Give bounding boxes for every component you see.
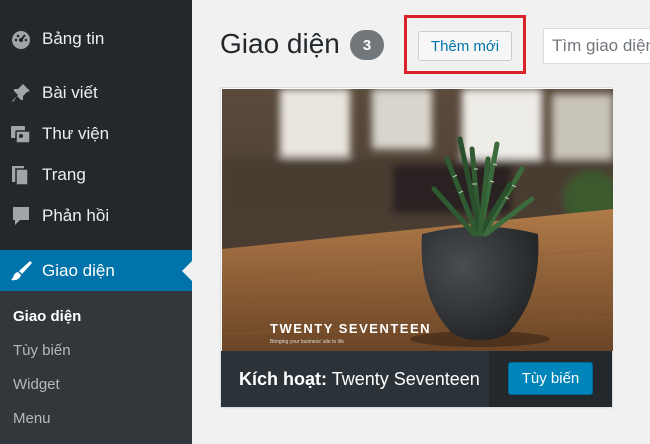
- page-icon: [12, 166, 29, 186]
- sidebar-item-dashboard[interactable]: Bảng tin: [0, 19, 192, 59]
- dashboard-icon: [12, 31, 30, 49]
- theme-screenshot-image: TWENTY SEVENTEEN Bringing your business'…: [222, 89, 613, 351]
- active-prefix: Kích hoạt:: [239, 369, 327, 389]
- theme-card[interactable]: TWENTY SEVENTEEN Bringing your business'…: [220, 87, 613, 408]
- submenu-item-themes[interactable]: Giao diện: [13, 308, 81, 325]
- page-title: Giao diện: [220, 28, 340, 59]
- sidebar-item-label: Giao diện: [42, 261, 115, 280]
- sidebar-item-label: Bài viết: [42, 83, 98, 102]
- theme-name-bar: Kích hoạt: Twenty Seventeen: [221, 351, 489, 407]
- sidebar-item-pages[interactable]: Trang: [0, 155, 192, 195]
- sidebar-item-comments[interactable]: Phản hồi: [0, 196, 192, 236]
- submenu-item-menus[interactable]: Menu: [13, 410, 51, 427]
- sidebar-item-appearance[interactable]: Giao diện: [0, 250, 192, 292]
- active-theme-name: Twenty Seventeen: [331, 369, 480, 389]
- sidebar-item-label: Phản hồi: [42, 206, 110, 225]
- theme-name: Kích hoạt: Twenty Seventeen: [239, 369, 480, 390]
- admin-sidebar: Bảng tin Bài viết Thư viện Trang Phản hồ…: [0, 0, 192, 444]
- theme-screenshot[interactable]: TWENTY SEVENTEEN Bringing your business'…: [222, 89, 613, 351]
- sidebar-item-label: Bảng tin: [42, 29, 105, 48]
- sidebar-item-label: Trang: [42, 165, 86, 184]
- submenu-item-widgets[interactable]: Widget: [13, 376, 60, 393]
- paintbrush-icon: [11, 261, 32, 281]
- media-icon: [11, 126, 31, 144]
- customize-button[interactable]: Tùy biến: [508, 362, 593, 395]
- screenshot-tagline: Bringing your business' site to life: [270, 339, 344, 345]
- sidebar-item-media[interactable]: Thư viện: [0, 114, 192, 154]
- add-new-button[interactable]: Thêm mới: [418, 31, 512, 61]
- search-themes-input[interactable]: Tìm giao diện...: [543, 28, 650, 64]
- comment-icon: [13, 207, 29, 225]
- screenshot-title: TWENTY SEVENTEEN: [270, 321, 431, 336]
- theme-footer: Kích hoạt: Twenty Seventeen Tùy biến: [221, 351, 612, 407]
- theme-count-badge: 3: [350, 30, 384, 60]
- appearance-submenu: Giao diện Tùy biến Widget Menu: [0, 291, 192, 444]
- sidebar-item-posts[interactable]: Bài viết: [0, 73, 192, 113]
- submenu-item-customize[interactable]: Tùy biến: [13, 342, 71, 359]
- pin-icon: [12, 84, 30, 102]
- active-indicator-arrow: [182, 261, 192, 281]
- sidebar-item-label: Thư viện: [42, 124, 110, 143]
